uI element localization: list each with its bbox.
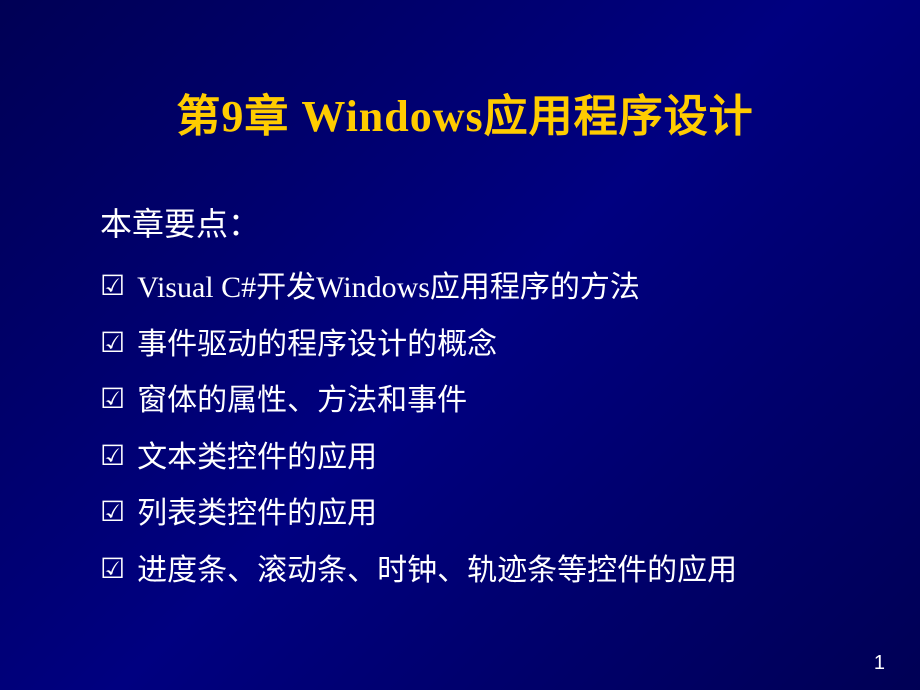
bullet-text: 事件驱动的程序设计的概念 bbox=[135, 322, 497, 369]
bullet-text: 进度条、滚动条、时钟、轨迹条等控件的应用 bbox=[135, 548, 737, 595]
list-item: ☑ 文本类控件的应用 bbox=[100, 435, 830, 482]
checkbox-icon: ☑ bbox=[100, 378, 125, 421]
checkbox-icon: ☑ bbox=[100, 491, 125, 534]
checkbox-icon: ☑ bbox=[100, 435, 125, 478]
bullet-text: 列表类控件的应用 bbox=[135, 491, 377, 538]
slide-title: 第9章 Windows应用程序设计 bbox=[100, 80, 830, 144]
slide-container: 第9章 Windows应用程序设计 本章要点： ☑ Visual C#开发Win… bbox=[0, 0, 920, 690]
bullet-list: ☑ Visual C#开发Windows应用程序的方法 ☑ 事件驱动的程序设计的… bbox=[100, 265, 830, 594]
list-item: ☑ 窗体的属性、方法和事件 bbox=[100, 378, 830, 425]
checkbox-icon: ☑ bbox=[100, 548, 125, 591]
list-item: ☑ 列表类控件的应用 bbox=[100, 491, 830, 538]
list-item: ☑ 事件驱动的程序设计的概念 bbox=[100, 322, 830, 369]
slide-subtitle: 本章要点： bbox=[100, 199, 830, 245]
list-item: ☑ 进度条、滚动条、时钟、轨迹条等控件的应用 bbox=[100, 548, 830, 595]
bullet-text: 窗体的属性、方法和事件 bbox=[135, 378, 467, 425]
bullet-text: 文本类控件的应用 bbox=[135, 435, 377, 482]
checkbox-icon: ☑ bbox=[100, 265, 125, 308]
bullet-text: Visual C#开发Windows应用程序的方法 bbox=[135, 265, 640, 312]
checkbox-icon: ☑ bbox=[100, 322, 125, 365]
page-number: 1 bbox=[874, 652, 885, 675]
list-item: ☑ Visual C#开发Windows应用程序的方法 bbox=[100, 265, 830, 312]
